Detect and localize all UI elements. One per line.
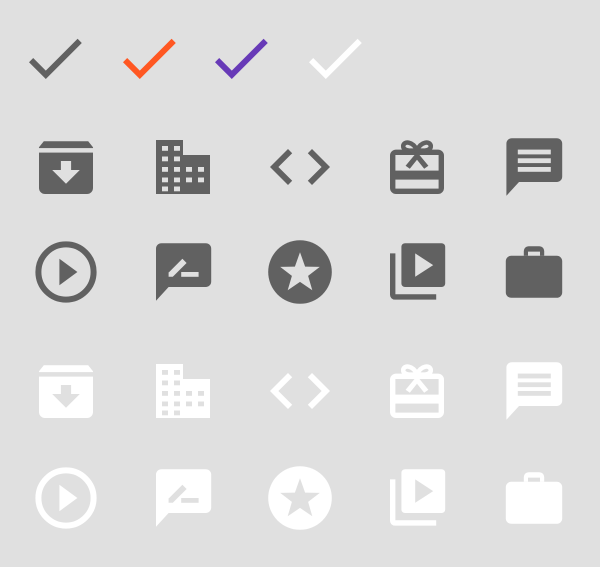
- stars-icon: [264, 236, 336, 308]
- card-giftcard-icon: [381, 131, 453, 203]
- code-glyph: [270, 373, 330, 409]
- stars-glyph: [268, 240, 332, 304]
- video-library-glyph: [390, 243, 446, 300]
- play-circle-outline-icon: [30, 462, 102, 534]
- card-giftcard-glyph: [390, 140, 444, 194]
- video-library-icon: [381, 236, 453, 308]
- check-icon: [300, 22, 372, 94]
- check-glyph: [29, 38, 82, 79]
- rate-review-glyph: [156, 243, 212, 301]
- rate-review-icon: [147, 236, 219, 308]
- stars-glyph: [268, 466, 332, 530]
- check-icon: [206, 22, 278, 94]
- work-glyph: [505, 472, 563, 524]
- work-icon: [498, 236, 570, 308]
- archive-glyph: [39, 365, 93, 418]
- play-circle-outline-glyph: [35, 467, 97, 529]
- stars-icon: [264, 462, 336, 534]
- archive-glyph: [39, 141, 93, 194]
- business-glyph: [156, 364, 210, 418]
- video-library-glyph: [390, 469, 446, 526]
- code-icon: [264, 131, 336, 203]
- icon-sheet: [0, 0, 600, 567]
- business-glyph: [156, 140, 210, 194]
- check-glyph: [123, 38, 176, 79]
- chat-glyph: [506, 138, 563, 196]
- video-library-icon: [381, 462, 453, 534]
- chat-glyph: [506, 362, 563, 420]
- business-icon: [147, 131, 219, 203]
- work-icon: [498, 462, 570, 534]
- code-glyph: [270, 149, 330, 185]
- play-circle-outline-icon: [30, 236, 102, 308]
- card-giftcard-glyph: [390, 364, 444, 418]
- card-giftcard-icon: [381, 355, 453, 427]
- code-icon: [264, 355, 336, 427]
- play-circle-outline-glyph: [35, 241, 97, 303]
- check-glyph: [215, 38, 268, 79]
- check-icon: [20, 22, 92, 94]
- chat-icon: [498, 355, 570, 427]
- rate-review-glyph: [156, 469, 212, 527]
- archive-icon: [30, 131, 102, 203]
- rate-review-icon: [147, 462, 219, 534]
- archive-icon: [30, 355, 102, 427]
- work-glyph: [505, 246, 563, 298]
- chat-icon: [498, 131, 570, 203]
- business-icon: [147, 355, 219, 427]
- check-icon: [114, 22, 186, 94]
- check-glyph: [309, 38, 362, 79]
